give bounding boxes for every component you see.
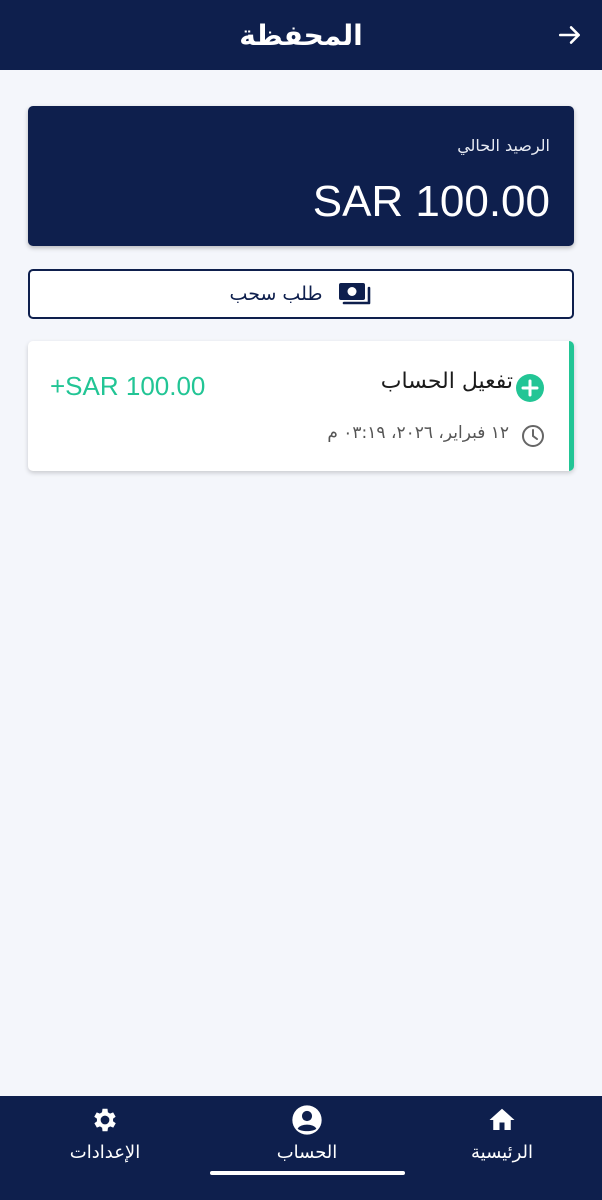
gear-icon	[94, 1108, 116, 1132]
back-button[interactable]	[552, 17, 588, 53]
plus-circle-icon	[516, 374, 544, 402]
balance-amount: SAR 100.00	[312, 177, 550, 226]
page-title: المحفظة	[239, 18, 363, 52]
transaction-date: ١٢ فبراير، ٢٠٢٦، ٠٣:١٩ م	[327, 423, 509, 443]
balance-card: الرصيد الحالي SAR 100.00	[28, 106, 574, 246]
withdraw-label: طلب سحب	[229, 283, 323, 305]
transaction-card[interactable]: تفعيل الحساب +SAR 100.00 ١٢ فبراير، ٢٠٢٦…	[28, 341, 574, 471]
cash-icon	[339, 283, 371, 305]
bottom-navigation: الرئيسية الحساب الإعدادات	[0, 1096, 602, 1200]
balance-label: الرصيد الحالي	[457, 136, 550, 155]
home-icon	[489, 1108, 515, 1130]
nav-account[interactable]: الحساب	[207, 1096, 407, 1176]
app-bar: المحفظة	[0, 0, 602, 70]
nav-account-label: الحساب	[276, 1142, 338, 1163]
transaction-amount: +SAR 100.00	[50, 371, 206, 401]
active-tab-indicator	[210, 1171, 405, 1175]
nav-settings[interactable]: الإعدادات	[5, 1096, 205, 1176]
nav-home[interactable]: الرئيسية	[402, 1096, 602, 1176]
nav-home-label: الرئيسية	[471, 1142, 533, 1163]
withdraw-request-button[interactable]: طلب سحب	[28, 269, 574, 319]
account-circle-icon	[292, 1105, 322, 1135]
arrow-right-icon	[558, 26, 580, 44]
clock-icon	[522, 425, 544, 447]
nav-settings-label: الإعدادات	[69, 1142, 141, 1163]
transaction-title: تفعيل الحساب	[380, 369, 513, 394]
